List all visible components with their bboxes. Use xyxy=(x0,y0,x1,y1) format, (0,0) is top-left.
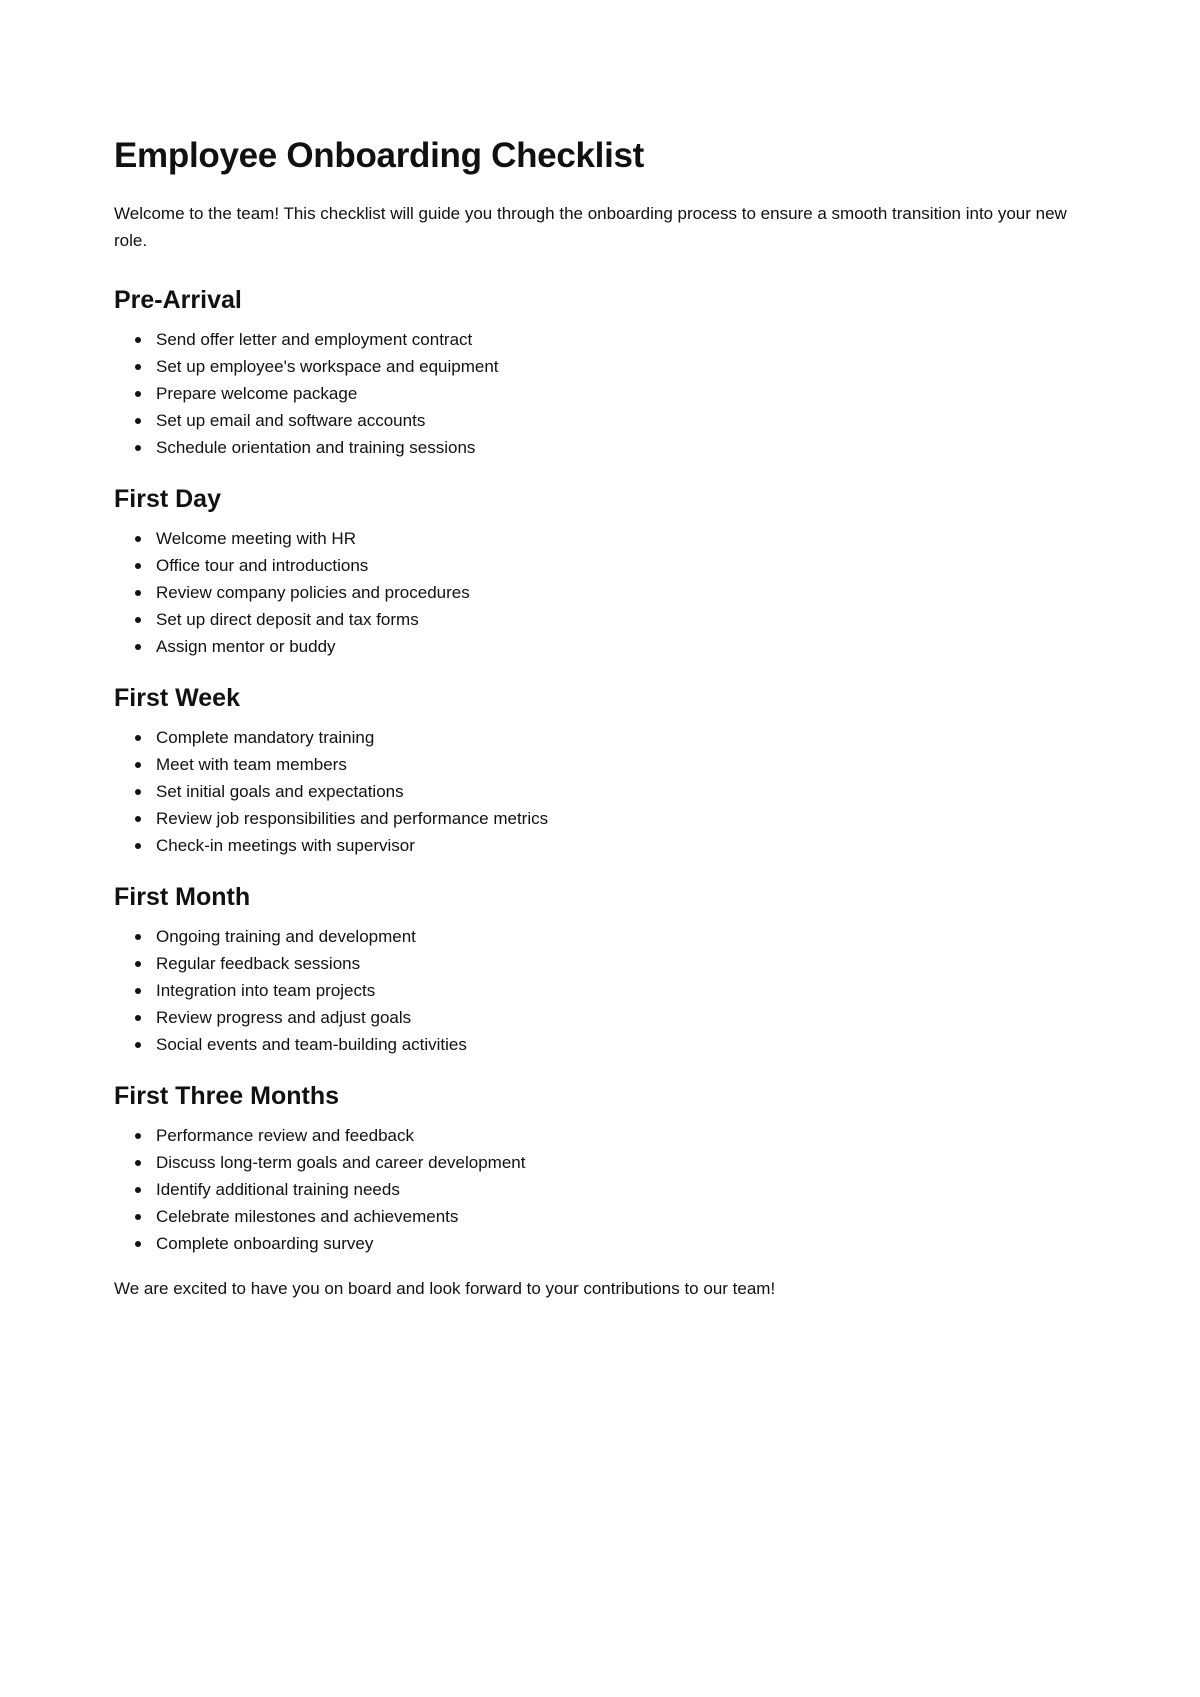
checklist-item: Regular feedback sessions xyxy=(135,950,1086,977)
bullet-icon xyxy=(135,364,141,370)
bullet-icon xyxy=(135,1015,141,1021)
bullet-icon xyxy=(135,391,141,397)
checklist-item: Send offer letter and employment contrac… xyxy=(135,326,1086,353)
checklist-item: Set up employee's workspace and equipmen… xyxy=(135,353,1086,380)
checklist-item-text: Set up email and software accounts xyxy=(156,411,426,430)
checklist-item-text: Set initial goals and expectations xyxy=(156,782,404,801)
section-first-day: First Day Welcome meeting with HR Office… xyxy=(114,483,1086,660)
section-first-three-months: First Three Months Performance review an… xyxy=(114,1080,1086,1257)
checklist: Send offer letter and employment contrac… xyxy=(114,326,1086,461)
checklist-item-text: Prepare welcome package xyxy=(156,384,358,403)
checklist-item: Discuss long-term goals and career devel… xyxy=(135,1149,1086,1176)
checklist-item: Complete mandatory training xyxy=(135,724,1086,751)
bullet-icon xyxy=(135,934,141,940)
checklist-item: Set up direct deposit and tax forms xyxy=(135,606,1086,633)
checklist-item-text: Meet with team members xyxy=(156,755,347,774)
bullet-icon xyxy=(135,563,141,569)
checklist-item: Schedule orientation and training sessio… xyxy=(135,434,1086,461)
checklist-item-text: Complete mandatory training xyxy=(156,728,375,747)
bullet-icon xyxy=(135,1241,141,1247)
bullet-icon xyxy=(135,1214,141,1220)
bullet-icon xyxy=(135,816,141,822)
document-page: Employee Onboarding Checklist Welcome to… xyxy=(0,0,1200,1302)
checklist-item-text: Performance review and feedback xyxy=(156,1126,414,1145)
checklist-item: Set initial goals and expectations xyxy=(135,778,1086,805)
section-heading: First Day xyxy=(114,485,221,513)
checklist-item: Review progress and adjust goals xyxy=(135,1004,1086,1031)
section-heading: First Week xyxy=(114,684,240,712)
checklist-item: Integration into team projects xyxy=(135,977,1086,1004)
checklist-item: Review job responsibilities and performa… xyxy=(135,805,1086,832)
checklist-item: Assign mentor or buddy xyxy=(135,633,1086,660)
section-heading: First Three Months xyxy=(114,1082,340,1110)
bullet-icon xyxy=(135,536,141,542)
checklist-item: Prepare welcome package xyxy=(135,380,1086,407)
checklist-item-text: Office tour and introductions xyxy=(156,556,369,575)
checklist-item: Welcome meeting with HR xyxy=(135,525,1086,552)
bullet-icon xyxy=(135,1160,141,1166)
checklist-item-text: Schedule orientation and training sessio… xyxy=(156,438,476,457)
checklist-item-text: Discuss long-term goals and career devel… xyxy=(156,1153,526,1172)
bullet-icon xyxy=(135,590,141,596)
bullet-icon xyxy=(135,961,141,967)
checklist-item-text: Review job responsibilities and performa… xyxy=(156,809,549,828)
checklist-item: Set up email and software accounts xyxy=(135,407,1086,434)
checklist-item: Meet with team members xyxy=(135,751,1086,778)
bullet-icon xyxy=(135,789,141,795)
section-pre-arrival: Pre-Arrival Send offer letter and employ… xyxy=(114,284,1086,461)
intro-paragraph: Welcome to the team! This checklist will… xyxy=(114,204,1067,250)
checklist-item: Social events and team-building activiti… xyxy=(135,1031,1086,1058)
checklist-item: Performance review and feedback xyxy=(135,1122,1086,1149)
checklist-item: Identify additional training needs xyxy=(135,1176,1086,1203)
section-first-month: First Month Ongoing training and develop… xyxy=(114,881,1086,1058)
checklist-item-text: Review progress and adjust goals xyxy=(156,1008,412,1027)
checklist-item: Check-in meetings with supervisor xyxy=(135,832,1086,859)
checklist-item-text: Complete onboarding survey xyxy=(156,1234,374,1253)
checklist: Welcome meeting with HR Office tour and … xyxy=(114,525,1086,660)
checklist-item-text: Celebrate milestones and achievements xyxy=(156,1207,459,1226)
bullet-icon xyxy=(135,1187,141,1193)
checklist-item: Celebrate milestones and achievements xyxy=(135,1203,1086,1230)
checklist-item-text: Assign mentor or buddy xyxy=(156,637,336,656)
checklist-item-text: Social events and team-building activiti… xyxy=(156,1035,467,1054)
bullet-icon xyxy=(135,337,141,343)
bullet-icon xyxy=(135,1042,141,1048)
checklist-item: Office tour and introductions xyxy=(135,552,1086,579)
checklist: Performance review and feedback Discuss … xyxy=(114,1122,1086,1257)
section-heading: Pre-Arrival xyxy=(114,286,242,314)
bullet-icon xyxy=(135,644,141,650)
page-title: Employee Onboarding Checklist xyxy=(114,136,645,175)
checklist-item-text: Integration into team projects xyxy=(156,981,376,1000)
bullet-icon xyxy=(135,735,141,741)
checklist: Ongoing training and development Regular… xyxy=(114,923,1086,1058)
bullet-icon xyxy=(135,445,141,451)
checklist-item-text: Send offer letter and employment contrac… xyxy=(156,330,473,349)
bullet-icon xyxy=(135,1133,141,1139)
bullet-icon xyxy=(135,617,141,623)
checklist-item-text: Ongoing training and development xyxy=(156,927,416,946)
checklist-item: Ongoing training and development xyxy=(135,923,1086,950)
section-first-week: First Week Complete mandatory training M… xyxy=(114,682,1086,859)
bullet-icon xyxy=(135,843,141,849)
checklist: Complete mandatory training Meet with te… xyxy=(114,724,1086,859)
checklist-item-text: Welcome meeting with HR xyxy=(156,529,356,548)
checklist-item-text: Set up employee's workspace and equipmen… xyxy=(156,357,499,376)
bullet-icon xyxy=(135,762,141,768)
bullet-icon xyxy=(135,418,141,424)
bullet-icon xyxy=(135,988,141,994)
closing-paragraph: We are excited to have you on board and … xyxy=(114,1279,776,1298)
section-heading: First Month xyxy=(114,883,251,911)
checklist-item: Complete onboarding survey xyxy=(135,1230,1086,1257)
checklist-item: Review company policies and procedures xyxy=(135,579,1086,606)
checklist-item-text: Review company policies and procedures xyxy=(156,583,470,602)
checklist-item-text: Set up direct deposit and tax forms xyxy=(156,610,419,629)
checklist-item-text: Check-in meetings with supervisor xyxy=(156,836,415,855)
checklist-item-text: Identify additional training needs xyxy=(156,1180,400,1199)
sections: Pre-Arrival Send offer letter and employ… xyxy=(114,284,1086,1257)
checklist-item-text: Regular feedback sessions xyxy=(156,954,361,973)
